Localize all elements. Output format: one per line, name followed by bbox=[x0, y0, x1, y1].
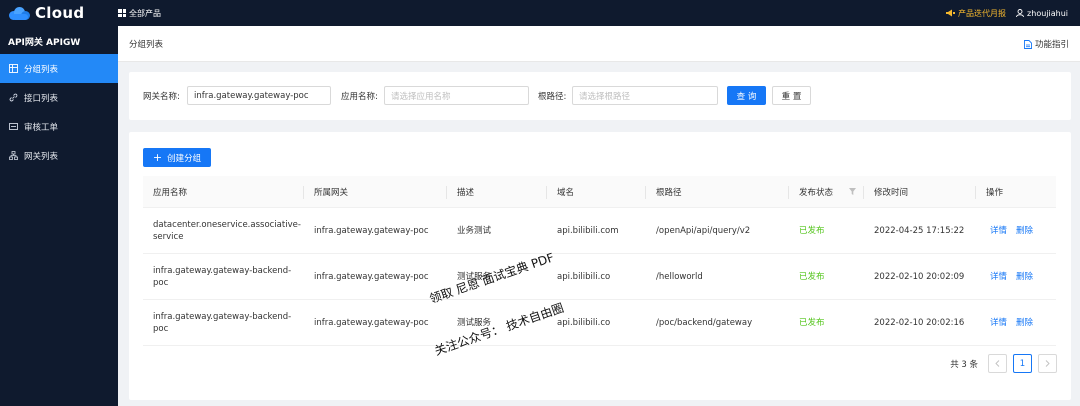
delete-link[interactable]: 删除 bbox=[1016, 225, 1033, 237]
sidebar-item-label: 审核工单 bbox=[24, 122, 59, 133]
cell-description: 业务测试 bbox=[457, 226, 492, 236]
sidebar-item-api-list[interactable]: 接口列表 bbox=[0, 83, 118, 112]
logo[interactable]: Cloud bbox=[0, 0, 118, 26]
grid-icon bbox=[118, 9, 126, 17]
cell-domain: api.bilibili.com bbox=[557, 226, 619, 236]
page-header: 分组列表 功能指引 bbox=[118, 26, 1080, 62]
logo-text: Cloud bbox=[35, 4, 85, 22]
total-count: 共 3 条 bbox=[950, 359, 978, 370]
create-group-button[interactable]: + 创建分组 bbox=[143, 148, 211, 167]
cell-modified-time: 2022-02-10 20:02:16 bbox=[874, 318, 965, 328]
column-header-domain: 域名 bbox=[557, 188, 575, 198]
cell-app-name: infra.gateway.gateway-backend-poc bbox=[153, 312, 292, 334]
page-1-button[interactable]: 1 bbox=[1013, 354, 1032, 373]
network-icon bbox=[9, 151, 18, 160]
megaphone-icon bbox=[946, 9, 956, 17]
cell-root-path: /poc/backend/gateway bbox=[656, 318, 753, 328]
cell-modified-time: 2022-02-10 20:02:09 bbox=[874, 272, 965, 282]
chevron-left-icon bbox=[995, 360, 1000, 367]
ticket-icon bbox=[9, 122, 18, 131]
cell-app-name: datacenter.oneservice.associative-servic… bbox=[153, 220, 301, 242]
status-badge: 已发布 bbox=[799, 226, 825, 236]
root-path-select[interactable]: 请选择根路径 bbox=[572, 86, 718, 105]
sidebar-item-label: 网关列表 bbox=[24, 151, 59, 162]
column-header-description: 描述 bbox=[457, 188, 475, 198]
cell-app-name: infra.gateway.gateway-backend-poc bbox=[153, 266, 292, 288]
cloud-logo-icon bbox=[9, 6, 31, 20]
product-updates-label: 产品迭代月报 bbox=[958, 8, 1007, 18]
sidebar-item-group-list[interactable]: 分组列表 bbox=[0, 54, 118, 83]
column-header-status: 发布状态 bbox=[799, 188, 834, 198]
plus-icon: + bbox=[152, 151, 163, 164]
app-name-label: 应用名称: bbox=[341, 92, 378, 102]
table-row: datacenter.oneservice.associative-servic… bbox=[143, 208, 1056, 254]
filter-icon[interactable] bbox=[849, 188, 856, 195]
cell-domain: api.bilibili.co bbox=[557, 272, 611, 282]
group-table-panel: + 创建分组 应用名称 所属网关 描述 域名 根路径 发布状态 修改时间 操作 … bbox=[129, 132, 1071, 400]
sidebar-item-label: 分组列表 bbox=[24, 64, 59, 75]
username: zhoujiahui bbox=[1027, 8, 1068, 18]
user-icon bbox=[1016, 9, 1024, 17]
cell-root-path: /openApi/api/query/v2 bbox=[656, 226, 751, 236]
delete-link[interactable]: 删除 bbox=[1016, 317, 1033, 329]
detail-link[interactable]: 详情 bbox=[990, 225, 1007, 237]
top-navbar: Cloud 全部产品 产品迭代月报 zhoujiahui bbox=[0, 0, 1080, 26]
table-row: infra.gateway.gateway-backend-poc infra.… bbox=[143, 300, 1056, 346]
column-header-app: 应用名称 bbox=[153, 188, 188, 198]
column-header-actions: 操作 bbox=[986, 188, 1004, 198]
sidebar: API网关 APIGW 分组列表 接口列表 审核工单 网关列表 bbox=[0, 26, 118, 406]
status-badge: 已发布 bbox=[799, 318, 825, 328]
page-title: 分组列表 bbox=[129, 40, 164, 50]
create-group-label: 创建分组 bbox=[167, 153, 202, 164]
cell-modified-time: 2022-04-25 17:15:22 bbox=[874, 226, 965, 236]
link-icon bbox=[9, 93, 18, 102]
reset-button[interactable]: 重 置 bbox=[772, 86, 811, 105]
sidebar-title: API网关 APIGW bbox=[8, 38, 81, 48]
cell-root-path: /helloworld bbox=[656, 272, 703, 282]
chevron-right-icon bbox=[1045, 360, 1050, 367]
delete-link[interactable]: 删除 bbox=[1016, 271, 1033, 283]
app-name-select[interactable]: 请选择应用名称 bbox=[384, 86, 529, 105]
feature-guide-label: 功能指引 bbox=[1034, 40, 1069, 50]
column-header-modified-time: 修改时间 bbox=[874, 188, 909, 198]
cell-gateway: infra.gateway.gateway-poc bbox=[314, 318, 429, 328]
detail-link[interactable]: 详情 bbox=[990, 317, 1007, 329]
feature-guide-link[interactable]: 功能指引 bbox=[1024, 38, 1069, 50]
table-icon bbox=[9, 64, 18, 73]
detail-link[interactable]: 详情 bbox=[990, 271, 1007, 283]
gateway-name-label: 网关名称: bbox=[143, 92, 180, 102]
table-header: 应用名称 所属网关 描述 域名 根路径 发布状态 修改时间 操作 bbox=[143, 176, 1056, 208]
status-badge: 已发布 bbox=[799, 272, 825, 282]
gateway-name-input[interactable]: infra.gateway.gateway-poc bbox=[187, 86, 331, 105]
product-updates-link[interactable]: 产品迭代月报 bbox=[946, 8, 1006, 19]
sidebar-item-gateway-list[interactable]: 网关列表 bbox=[0, 141, 118, 170]
all-products-label: 全部产品 bbox=[129, 8, 161, 18]
table-row: infra.gateway.gateway-backend-poc infra.… bbox=[143, 254, 1056, 300]
cell-gateway: infra.gateway.gateway-poc bbox=[314, 272, 429, 282]
column-header-root-path: 根路径 bbox=[656, 188, 682, 198]
prev-page-button[interactable] bbox=[988, 354, 1007, 373]
query-button[interactable]: 查 询 bbox=[727, 86, 766, 105]
all-products-menu[interactable]: 全部产品 bbox=[118, 8, 161, 19]
sidebar-item-label: 接口列表 bbox=[24, 93, 59, 104]
pagination: 共 3 条 1 bbox=[950, 354, 1057, 373]
next-page-button[interactable] bbox=[1038, 354, 1057, 373]
root-path-label: 根路径: bbox=[538, 92, 567, 102]
user-menu[interactable]: zhoujiahui bbox=[1016, 9, 1068, 18]
cell-gateway: infra.gateway.gateway-poc bbox=[314, 226, 429, 236]
column-header-gateway: 所属网关 bbox=[314, 188, 349, 198]
sidebar-item-review-tickets[interactable]: 审核工单 bbox=[0, 112, 118, 141]
document-icon bbox=[1024, 39, 1032, 49]
filter-panel: 网关名称: infra.gateway.gateway-poc 应用名称: 请选… bbox=[129, 72, 1071, 120]
